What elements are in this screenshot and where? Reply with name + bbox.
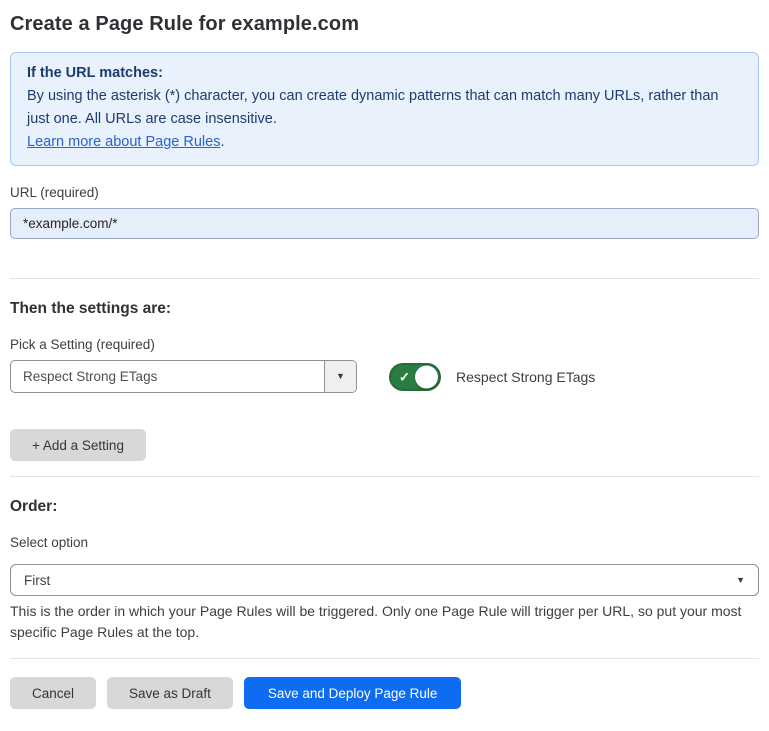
order-help-text: This is the order in which your Page Rul… (10, 601, 755, 643)
order-select-value: First (24, 573, 50, 588)
url-field-label: URL (required) (10, 185, 759, 200)
divider (10, 476, 759, 477)
setting-toggle-label: Respect Strong ETags (456, 369, 595, 385)
setting-picker-label: Pick a Setting (required) (10, 337, 759, 352)
info-box-body: By using the asterisk (*) character, you… (27, 85, 742, 131)
link-period: . (220, 134, 224, 150)
check-icon: ✓ (399, 370, 410, 383)
page-title: Create a Page Rule for example.com (10, 13, 759, 36)
url-input[interactable] (10, 208, 759, 239)
toggle-knob (415, 365, 438, 388)
save-deploy-button[interactable]: Save and Deploy Page Rule (244, 677, 462, 709)
chevron-down-icon: ▼ (736, 576, 745, 585)
learn-more-link[interactable]: Learn more about Page Rules (27, 134, 220, 150)
info-box-link-line: Learn more about Page Rules. (27, 131, 742, 154)
order-section-heading: Order: (10, 498, 759, 516)
url-match-info-box: If the URL matches: By using the asteris… (10, 52, 759, 166)
setting-select-caret-button[interactable]: ▼ (324, 361, 356, 392)
setting-select[interactable]: Respect Strong ETags ▼ (10, 360, 357, 393)
order-select[interactable]: First ▼ (10, 564, 759, 596)
save-draft-button[interactable]: Save as Draft (107, 677, 233, 709)
setting-select-value: Respect Strong ETags (11, 361, 324, 392)
add-setting-button[interactable]: + Add a Setting (10, 429, 146, 461)
order-select-label: Select option (10, 535, 759, 550)
cancel-button[interactable]: Cancel (10, 677, 96, 709)
chevron-down-icon: ▼ (336, 372, 345, 381)
setting-row: Respect Strong ETags ▼ ✓ Respect Strong … (10, 360, 759, 393)
info-box-heading: If the URL matches: (27, 62, 742, 85)
divider (10, 278, 759, 279)
settings-section-heading: Then the settings are: (10, 300, 759, 318)
divider (10, 658, 759, 659)
setting-toggle[interactable]: ✓ (389, 363, 441, 391)
